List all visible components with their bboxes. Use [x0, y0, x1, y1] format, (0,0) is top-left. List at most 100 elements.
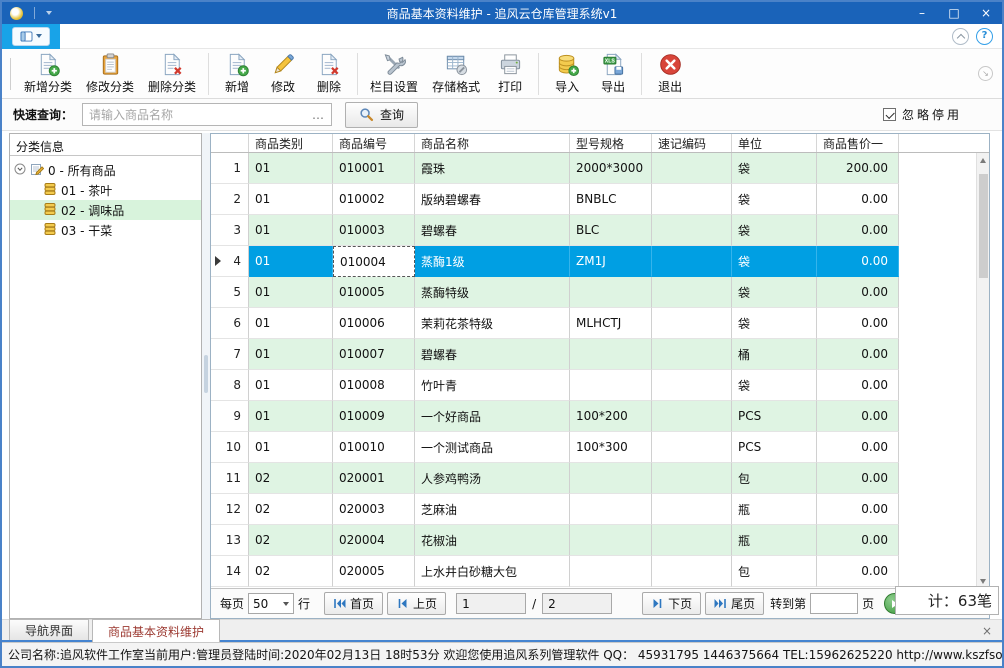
search-ellipsis-button[interactable]: …: [312, 108, 331, 122]
cell[interactable]: 02: [249, 556, 333, 587]
import-button[interactable]: 导入: [544, 51, 590, 97]
collapse-ribbon-button[interactable]: [952, 27, 969, 45]
first-page-button[interactable]: 首页: [324, 592, 384, 615]
tab-navigation[interactable]: 导航界面: [9, 619, 90, 640]
table-row[interactable]: 2 01 010002 版纳碧螺春 BNBLC 袋 0.00: [211, 184, 989, 215]
cell[interactable]: [652, 215, 732, 246]
cell[interactable]: [570, 556, 652, 587]
cell[interactable]: 0.00: [817, 215, 899, 246]
cell[interactable]: 010006: [333, 308, 415, 339]
query-button[interactable]: 查询: [345, 101, 419, 128]
edit-button[interactable]: 修改: [260, 51, 306, 97]
cell[interactable]: 01: [249, 277, 333, 308]
cell[interactable]: 01: [249, 215, 333, 246]
cell[interactable]: 010007: [333, 339, 415, 370]
column-header[interactable]: 商品名称: [415, 134, 570, 152]
cell[interactable]: 020001: [333, 463, 415, 494]
column-header[interactable]: 速记编码: [652, 134, 732, 152]
ignore-disabled-option[interactable]: 忽略停用: [882, 106, 962, 123]
cell[interactable]: 2000*3000: [570, 153, 652, 184]
cell[interactable]: 01: [249, 401, 333, 432]
cell[interactable]: 02: [249, 525, 333, 556]
cell[interactable]: 0.00: [817, 339, 899, 370]
cell[interactable]: PCS: [732, 432, 817, 463]
cell[interactable]: [570, 463, 652, 494]
cell[interactable]: 01: [249, 339, 333, 370]
cell[interactable]: 100*300: [570, 432, 652, 463]
cell[interactable]: 01: [249, 246, 333, 277]
cell[interactable]: 0.00: [817, 277, 899, 308]
add-category-button[interactable]: 新增分类: [17, 51, 79, 97]
table-row[interactable]: 9 01 010009 一个好商品 100*200 PCS 0.00: [211, 401, 989, 432]
table-row[interactable]: 8 01 010008 竹叶青 袋 0.00: [211, 370, 989, 401]
tab-product-maintenance[interactable]: 商品基本资料维护: [92, 619, 221, 642]
column-settings-button[interactable]: 栏目设置: [363, 51, 425, 97]
column-header[interactable]: 商品编号: [333, 134, 415, 152]
per-page-select[interactable]: 50: [248, 593, 295, 614]
vertical-scrollbar[interactable]: [976, 153, 989, 588]
next-page-button[interactable]: 下页: [642, 592, 702, 615]
print-button[interactable]: 打印: [487, 51, 533, 97]
cell[interactable]: 桶: [732, 339, 817, 370]
cell[interactable]: 010004: [333, 246, 415, 277]
column-header[interactable]: 单位: [732, 134, 817, 152]
tree-expander-icon[interactable]: [14, 163, 26, 178]
cell[interactable]: 01: [249, 370, 333, 401]
cell[interactable]: 包: [732, 463, 817, 494]
cell[interactable]: [570, 339, 652, 370]
storage-format-button[interactable]: 存储格式: [425, 51, 487, 97]
cell[interactable]: [652, 153, 732, 184]
cell[interactable]: [652, 277, 732, 308]
cell[interactable]: 020005: [333, 556, 415, 587]
cell[interactable]: 蒸酶特级: [415, 277, 570, 308]
cell[interactable]: PCS: [732, 401, 817, 432]
cell[interactable]: [652, 432, 732, 463]
cell[interactable]: BNBLC: [570, 184, 652, 215]
cell[interactable]: [652, 370, 732, 401]
tree-item[interactable]: 0 - 所有商品: [10, 160, 201, 180]
cell[interactable]: ZM1J: [570, 246, 652, 277]
cell[interactable]: 包: [732, 556, 817, 587]
add-button[interactable]: 新增: [214, 51, 260, 97]
column-header[interactable]: 型号规格: [570, 134, 652, 152]
close-button[interactable]: ×: [970, 2, 1002, 24]
cell[interactable]: 0.00: [817, 401, 899, 432]
cell[interactable]: 0.00: [817, 308, 899, 339]
cell[interactable]: 袋: [732, 308, 817, 339]
cell[interactable]: [570, 525, 652, 556]
cell[interactable]: 02: [249, 463, 333, 494]
cell[interactable]: 袋: [732, 184, 817, 215]
table-row[interactable]: 6 01 010006 茉莉花茶特级 MLHCTJ 袋 0.00: [211, 308, 989, 339]
cell[interactable]: 茉莉花茶特级: [415, 308, 570, 339]
panel-splitter[interactable]: [202, 133, 210, 619]
cell[interactable]: [570, 494, 652, 525]
cell[interactable]: 蒸酶1级: [415, 246, 570, 277]
table-row[interactable]: 5 01 010005 蒸酶特级 袋 0.00: [211, 277, 989, 308]
cell[interactable]: [652, 184, 732, 215]
cell[interactable]: 碧螺春: [415, 215, 570, 246]
table-row[interactable]: 13 02 020004 花椒油 瓶 0.00: [211, 525, 989, 556]
cell[interactable]: MLHCTJ: [570, 308, 652, 339]
cell[interactable]: 01: [249, 153, 333, 184]
cell[interactable]: BLC: [570, 215, 652, 246]
cell[interactable]: [652, 339, 732, 370]
delete-button[interactable]: 删除: [306, 51, 352, 97]
cell[interactable]: 020003: [333, 494, 415, 525]
table-row[interactable]: 7 01 010007 碧螺春 桶 0.00: [211, 339, 989, 370]
cell[interactable]: 上水井白砂糖大包: [415, 556, 570, 587]
cell[interactable]: 020004: [333, 525, 415, 556]
toolbar-expander-icon[interactable]: [978, 66, 993, 81]
cell[interactable]: [652, 401, 732, 432]
edit-category-button[interactable]: 修改分类: [79, 51, 141, 97]
cell[interactable]: 0.00: [817, 370, 899, 401]
cell[interactable]: [652, 308, 732, 339]
table-row[interactable]: 3 01 010003 碧螺春 BLC 袋 0.00: [211, 215, 989, 246]
ignore-disabled-checkbox[interactable]: [882, 108, 896, 121]
table-row[interactable]: 1 01 010001 霞珠 2000*3000 袋 200.00: [211, 153, 989, 184]
cell[interactable]: 袋: [732, 246, 817, 277]
scrollbar-thumb[interactable]: [978, 174, 988, 278]
cell[interactable]: 100*200: [570, 401, 652, 432]
cell[interactable]: 01: [249, 308, 333, 339]
cell[interactable]: 0.00: [817, 246, 899, 277]
cell[interactable]: 0.00: [817, 556, 899, 587]
